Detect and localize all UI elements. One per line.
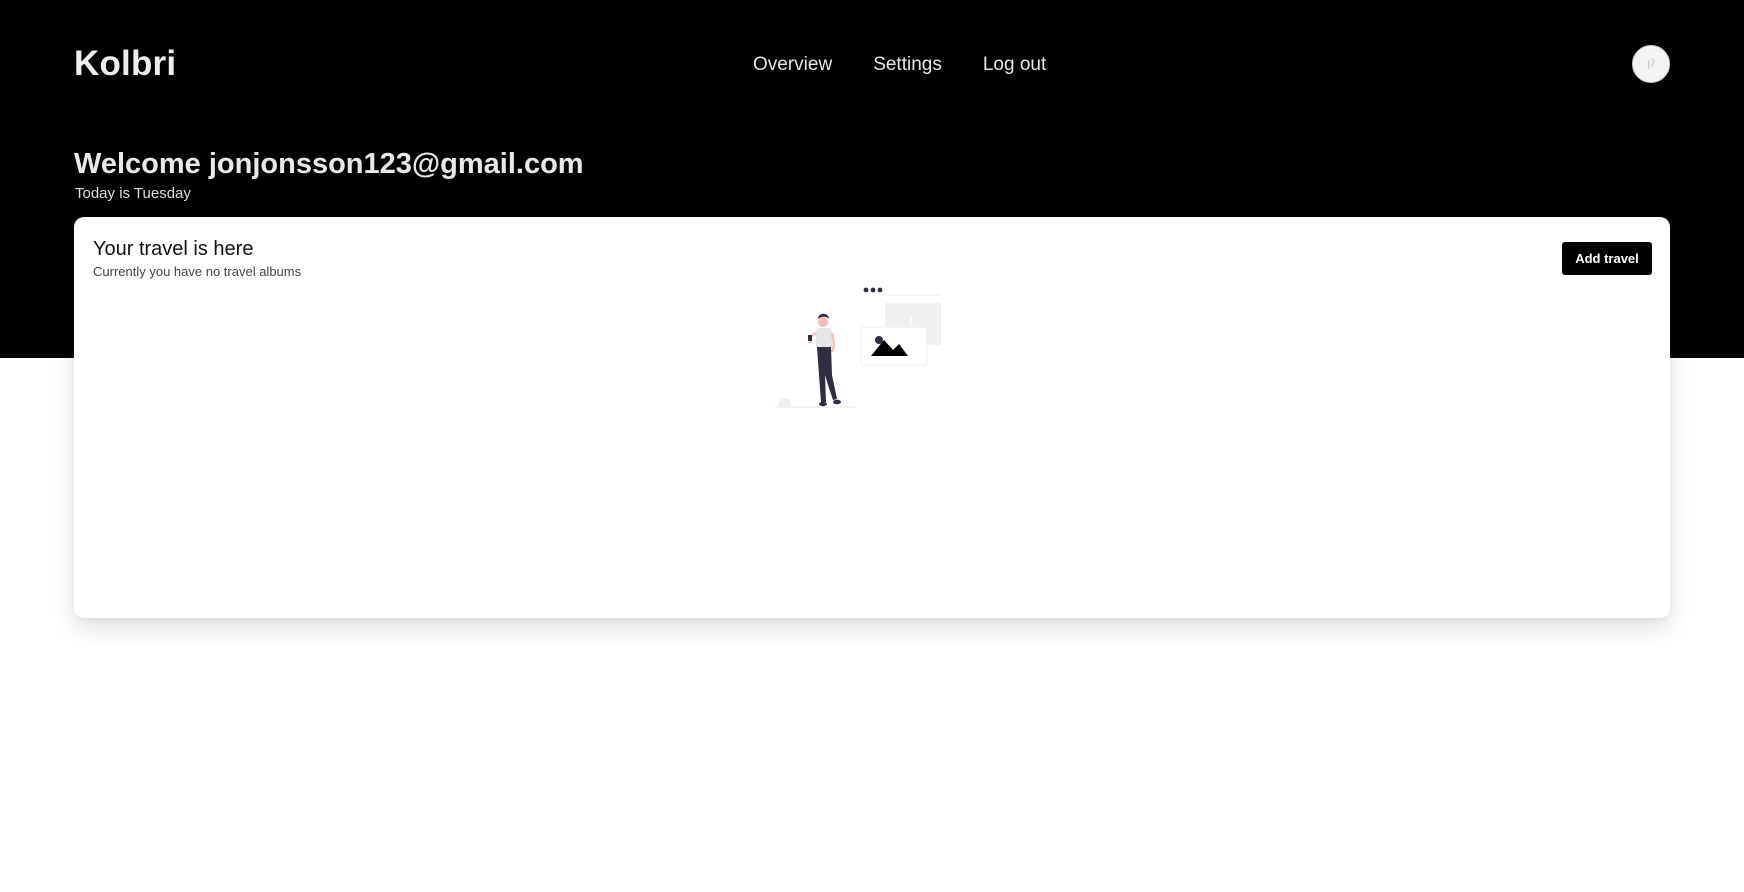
nav-links: Overview Settings Log out [753, 54, 1046, 76]
card-subtitle: Currently you have no travel albums [93, 264, 302, 279]
user-avatar[interactable] [1632, 45, 1670, 83]
card-title: Your travel is here [93, 238, 254, 260]
top-navbar: Kolbri Overview Settings Log out [0, 0, 1744, 132]
user-avatar-icon [1648, 58, 1655, 69]
nav-link-logout[interactable]: Log out [983, 54, 1046, 76]
today-text: Today is Tuesday [75, 185, 191, 202]
brand-logo[interactable]: Kolbri [74, 44, 176, 84]
add-travel-button[interactable]: Add travel [1562, 242, 1652, 275]
welcome-heading: Welcome jonjonsson123@gmail.com [74, 148, 584, 180]
travel-card: Your travel is here Currently you have n… [74, 217, 1670, 618]
nav-link-settings[interactable]: Settings [873, 54, 942, 76]
nav-link-overview[interactable]: Overview [753, 54, 832, 76]
empty-album-illustration [775, 287, 941, 408]
